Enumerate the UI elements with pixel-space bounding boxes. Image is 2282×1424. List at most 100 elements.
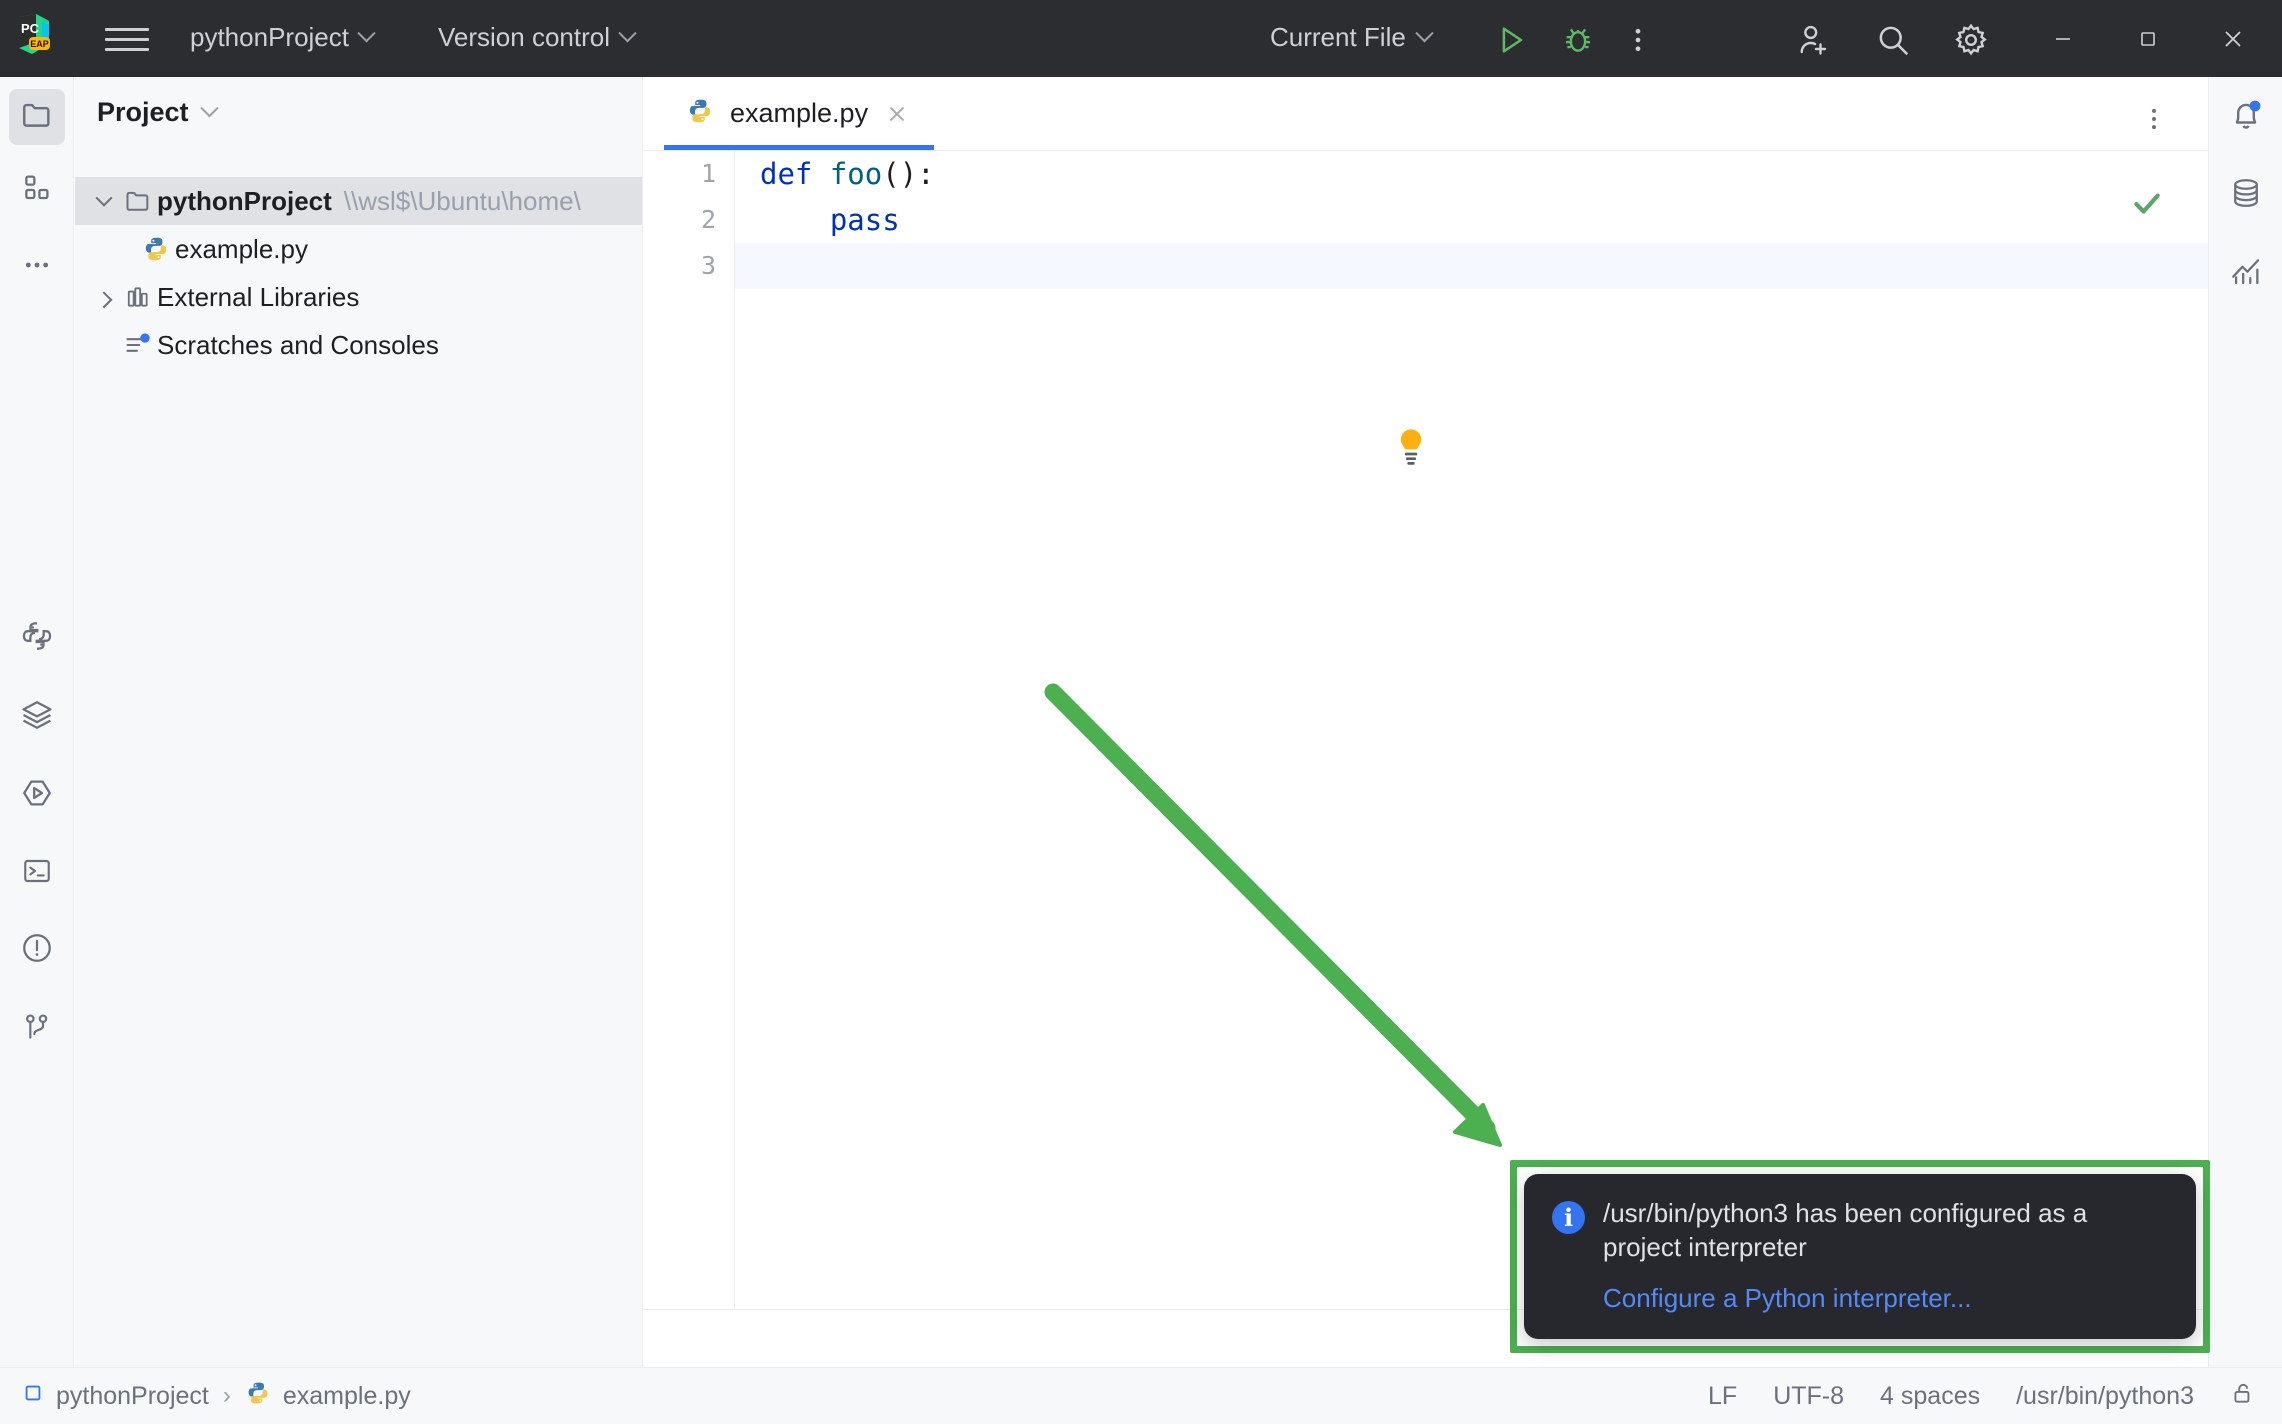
close-icon[interactable] xyxy=(2207,14,2259,64)
warning-circle-icon xyxy=(20,931,54,970)
project-name-label: pythonProject xyxy=(190,22,349,52)
tree-node-path: \\wsl$\Ubuntu\home\ xyxy=(343,185,581,216)
inspection-status-ok-icon[interactable] xyxy=(2130,186,2164,225)
notifications-tool-window[interactable] xyxy=(2218,89,2274,145)
more-vertical-icon[interactable] xyxy=(1615,17,1661,63)
project-tool-panel: Project pythonProject \\wsl$\Ubuntu\home… xyxy=(75,77,643,1367)
folder-icon xyxy=(20,98,54,137)
breadcrumb-item-file[interactable]: example.py xyxy=(245,1380,411,1413)
python-file-icon xyxy=(245,1380,271,1413)
structure-tool-window[interactable] xyxy=(9,162,65,218)
unlocked-icon[interactable] xyxy=(2230,1380,2256,1413)
code-line-1: def foo(): xyxy=(760,157,935,191)
chevron-down-icon xyxy=(618,24,637,43)
problems-tool-window[interactable] xyxy=(9,922,65,978)
more-vertical-icon[interactable] xyxy=(2134,99,2174,139)
logo-eap-text: EAP xyxy=(30,39,49,49)
file-encoding-status[interactable]: UTF-8 xyxy=(1773,1382,1844,1411)
lightbulb-icon[interactable] xyxy=(1394,427,1428,467)
line-separator-status[interactable]: LF xyxy=(1708,1382,1737,1411)
indent-size-status[interactable]: 4 spaces xyxy=(1880,1382,1980,1411)
more-tool-windows[interactable] xyxy=(9,239,65,295)
tree-node-label: External Libraries xyxy=(157,281,360,312)
add-account-icon[interactable] xyxy=(1790,17,1836,63)
pycharm-window: PC EAP pythonProject Version control Cur… xyxy=(0,0,2282,1424)
line-number: 3 xyxy=(700,251,716,280)
gear-icon[interactable] xyxy=(1948,17,1994,63)
status-bar-right: LF UTF-8 4 spaces /usr/bin/python3 xyxy=(1708,1380,2256,1413)
notification-message: /usr/bin/python3 has been configured as … xyxy=(1603,1198,2088,1262)
status-bar: pythonProject › example.py LF UTF-8 4 sp… xyxy=(0,1367,2282,1424)
bell-icon xyxy=(2228,97,2264,138)
pycharm-eap-logo[interactable]: PC EAP xyxy=(12,12,56,56)
expand-chevron-icon[interactable] xyxy=(89,189,119,207)
panel-title: Project xyxy=(97,97,189,127)
scratches-icon xyxy=(119,331,157,359)
editor-gutter[interactable]: 1 2 3 xyxy=(644,151,735,1309)
tree-node-label: pythonProject xyxy=(157,185,332,216)
tree-node-pythonProject[interactable]: pythonProject \\wsl$\Ubuntu\home\ xyxy=(75,177,642,225)
code-content[interactable]: def foo(): pass xyxy=(736,151,2208,1309)
tree-node-label: example.py xyxy=(175,233,308,264)
ellipsis-icon xyxy=(21,249,53,286)
code-line-2: pass xyxy=(829,203,900,237)
line-number: 2 xyxy=(700,205,716,234)
python-packages-tool-window[interactable] xyxy=(9,610,65,666)
editor-text-area[interactable]: 1 2 3 def foo(): pass xyxy=(644,150,2208,1309)
chart-icon xyxy=(2229,254,2263,293)
database-icon xyxy=(2229,176,2263,215)
terminal-icon xyxy=(21,855,53,892)
project-name-menu[interactable]: pythonProject xyxy=(190,22,376,53)
run-configuration-label: Current File xyxy=(1270,22,1406,52)
editor-tab-bar: example.py xyxy=(644,77,2208,150)
services-tool-window[interactable] xyxy=(9,689,65,745)
logo-pc-text: PC xyxy=(21,21,40,36)
maximize-icon[interactable] xyxy=(2122,14,2174,64)
search-icon[interactable] xyxy=(1870,17,1916,63)
tab-example-py[interactable]: example.py xyxy=(664,77,935,150)
run-tool-window[interactable] xyxy=(9,767,65,823)
python-icon xyxy=(20,619,54,658)
python-file-icon xyxy=(137,235,175,263)
tree-node-scratches-and-consoles[interactable]: Scratches and Consoles xyxy=(75,321,642,369)
tree-node-label: Scratches and Consoles xyxy=(157,329,439,360)
version-control-menu[interactable]: Version control xyxy=(438,22,637,53)
breadcrumb-item-project[interactable]: pythonProject xyxy=(22,1382,209,1411)
chevron-down-icon xyxy=(1415,24,1434,43)
hamburger-menu-icon[interactable] xyxy=(105,22,149,56)
expand-chevron-icon[interactable] xyxy=(89,291,119,309)
breadcrumb-label: example.py xyxy=(282,1381,411,1410)
title-bar: PC EAP pythonProject Version control Cur… xyxy=(0,0,2282,77)
project-panel-header[interactable]: Project xyxy=(97,97,219,128)
debug-icon[interactable] xyxy=(1555,17,1601,63)
notification-popup[interactable]: i /usr/bin/python3 has been configured a… xyxy=(1524,1174,2196,1339)
project-tool-window[interactable] xyxy=(9,89,65,145)
terminal-tool-window[interactable] xyxy=(9,845,65,901)
tree-node-example-py[interactable]: example.py xyxy=(75,225,642,273)
database-tool-window[interactable] xyxy=(2218,167,2274,223)
structure-icon xyxy=(21,172,53,209)
python-file-icon xyxy=(686,97,714,130)
run-icon[interactable] xyxy=(1488,17,1534,63)
tab-label: example.py xyxy=(730,98,869,128)
breadcrumb-label: pythonProject xyxy=(56,1381,209,1410)
line-number: 1 xyxy=(700,159,716,188)
tree-node-external-libraries[interactable]: External Libraries xyxy=(75,273,642,321)
run-configuration-selector[interactable]: Current File xyxy=(1270,22,1434,53)
minimize-icon[interactable] xyxy=(2037,14,2089,64)
branch-icon xyxy=(21,1011,53,1048)
module-icon xyxy=(22,1382,44,1411)
left-tool-rail xyxy=(0,77,74,1367)
version-control-tool-window[interactable] xyxy=(9,1001,65,1057)
chevron-down-icon xyxy=(357,24,376,43)
folder-icon xyxy=(119,187,157,215)
close-icon[interactable] xyxy=(884,101,910,127)
interpreter-status[interactable]: /usr/bin/python3 xyxy=(2016,1382,2194,1411)
right-tool-rail xyxy=(2208,77,2282,1367)
chevron-down-icon xyxy=(199,99,219,118)
library-icon xyxy=(119,284,157,310)
info-icon: i xyxy=(1552,1201,1585,1234)
layers-icon xyxy=(20,698,54,737)
configure-interpreter-link[interactable]: Configure a Python interpreter... xyxy=(1603,1283,2166,1314)
profiler-tool-window[interactable] xyxy=(2218,245,2274,301)
